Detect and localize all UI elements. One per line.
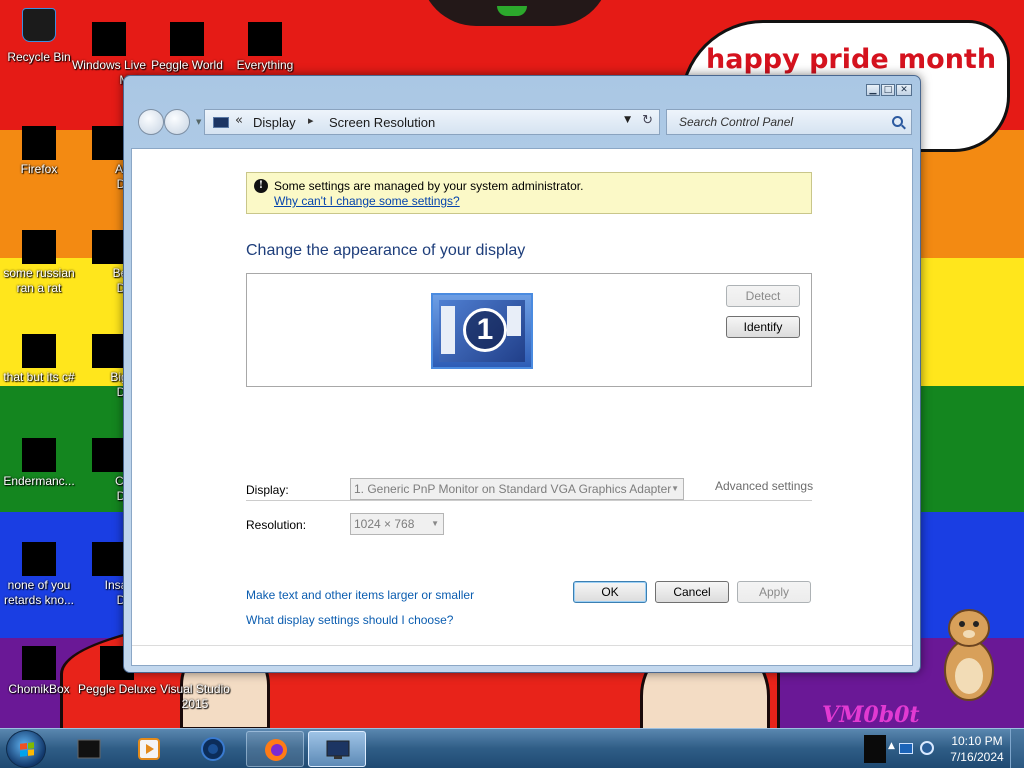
windows-live-mail-icon — [92, 22, 126, 56]
desktop-icon-chomikbox[interactable]: ChomikBox — [0, 646, 80, 697]
speech-bubble-text: happy pride month — [706, 44, 997, 75]
page-title: Change the appearance of your display — [246, 242, 526, 259]
start-button[interactable] — [6, 730, 46, 768]
media-player-icon — [138, 738, 160, 760]
apply-button[interactable]: Apply — [737, 581, 811, 603]
dark-box-icon — [77, 739, 101, 759]
search-icon[interactable] — [892, 116, 903, 127]
chevron-down-icon: ▼ — [671, 484, 679, 493]
monitor-number: 1 — [463, 308, 507, 352]
resolution-label: Resolution: — [246, 518, 307, 532]
address-dropdown-icon[interactable]: ▼ — [624, 115, 631, 125]
monitor-window-thumb — [507, 306, 521, 336]
desktop-icon-label-line2: 2015 — [181, 697, 209, 711]
cancel-button[interactable]: Cancel — [655, 581, 729, 603]
maximize-button[interactable]: □ — [881, 84, 895, 96]
desktop-icon-label: Windows Live — [71, 58, 147, 72]
footer-divider — [132, 645, 912, 646]
tray-divider — [864, 735, 886, 763]
back-button[interactable] — [138, 109, 164, 135]
monitor-1-tile[interactable]: 1 — [431, 293, 533, 369]
system-tray: ▲ 10:10 PM 7/16/2024 — [864, 729, 1024, 768]
globe-icon — [201, 737, 225, 761]
program-icon — [22, 438, 56, 472]
desktop-icon-label: Everything — [236, 58, 294, 72]
clock-date[interactable]: 7/16/2024 — [946, 750, 1008, 764]
insaniquarium-icon — [92, 542, 126, 576]
firefox-icon — [22, 126, 56, 160]
breadcrumb-overflow-icon[interactable]: « — [235, 113, 243, 128]
breadcrumb-separator-icon[interactable]: ▸ — [308, 114, 314, 127]
screen-resolution-window: ▁ □ ✕ ▼ « Display ▸ Screen Resolution ▼ … — [123, 75, 921, 673]
shortcut-icon — [22, 334, 56, 368]
hamster-sticker — [944, 609, 994, 701]
breadcrumb-display[interactable]: Display — [253, 115, 296, 130]
everything-search-icon — [248, 22, 282, 56]
monitor-screen: 1 — [439, 300, 525, 362]
recent-pages-dropdown-icon[interactable]: ▼ — [196, 118, 201, 126]
firefox-icon — [265, 739, 287, 761]
desktop-icon-label: Visual Studio — [160, 682, 230, 696]
display-control-panel-icon — [213, 117, 229, 128]
watermark-text: VM0b0t — [822, 702, 920, 728]
advanced-settings-link[interactable]: Advanced settings — [715, 479, 813, 493]
show-hidden-icons-icon[interactable]: ▲ — [888, 741, 895, 751]
taskbar-pinned-media-player[interactable] — [120, 731, 178, 767]
why-cant-i-change-link[interactable]: Why can't I change some settings? — [274, 194, 460, 208]
divider — [246, 500, 812, 501]
ok-button[interactable]: OK — [573, 581, 647, 603]
resolution-select[interactable]: 1024 × 768 ▼ — [350, 513, 444, 535]
volume-icon[interactable] — [920, 741, 934, 755]
taskbar-pinned-explorer[interactable] — [60, 731, 118, 767]
display-label: Display: — [246, 483, 289, 497]
taskbar-firefox[interactable] — [246, 731, 304, 767]
identify-button[interactable]: Identify — [726, 316, 800, 338]
bejeweled-icon — [92, 230, 126, 264]
document-icon — [22, 230, 56, 264]
desktop-icon-label: ChomikBox — [8, 682, 70, 696]
search-input[interactable]: Search Control Panel — [666, 109, 912, 135]
admin-notice-bar: ! Some settings are managed by your syst… — [246, 172, 812, 214]
program-icon — [22, 542, 56, 576]
admin-notice-text: Some settings are managed by your system… — [274, 179, 584, 193]
text-size-link[interactable]: Make text and other items larger or smal… — [246, 588, 474, 602]
close-button[interactable]: ✕ — [896, 84, 912, 96]
display-select[interactable]: 1. Generic PnP Monitor on Standard VGA G… — [350, 478, 684, 500]
breadcrumb-screen-resolution[interactable]: Screen Resolution — [329, 115, 435, 130]
detect-button[interactable]: Detect — [726, 285, 800, 307]
address-bar[interactable]: « Display ▸ Screen Resolution ▼ ↻ — [204, 109, 660, 135]
monitor-arrangement-panel: 1 Detect Identify — [246, 273, 812, 387]
astro-deluxe-icon — [92, 126, 126, 160]
windows-logo-icon — [20, 742, 34, 757]
desktop-icon-label: Peggle Deluxe — [77, 682, 157, 696]
taskbar-screen-resolution[interactable] — [308, 731, 366, 767]
big-money-icon — [92, 334, 126, 368]
forward-button[interactable] — [164, 109, 190, 135]
chomikbox-icon — [22, 646, 56, 680]
chevron-down-icon: ▼ — [431, 519, 439, 528]
recycle-bin-icon — [22, 8, 56, 42]
clock-time[interactable]: 10:10 PM — [946, 734, 1008, 748]
desktop-icon-label: Peggle World — [151, 58, 223, 72]
display-icon — [326, 740, 350, 759]
resolution-select-value: 1024 × 768 — [354, 517, 415, 531]
show-desktop-button[interactable] — [1010, 729, 1024, 768]
taskbar: ▲ 10:10 PM 7/16/2024 — [0, 728, 1024, 768]
refresh-icon[interactable]: ↻ — [642, 113, 653, 128]
chuzzle-icon — [92, 438, 126, 472]
taskbar-pinned-app[interactable] — [184, 731, 242, 767]
search-placeholder: Search Control Panel — [679, 115, 794, 129]
display-select-value: 1. Generic PnP Monitor on Standard VGA G… — [354, 482, 672, 496]
desktop-icon-peggle-world[interactable]: Peggle World — [146, 22, 228, 73]
display-settings-help-link[interactable]: What display settings should I choose? — [246, 613, 453, 627]
window-controls: ▁ □ ✕ — [866, 84, 912, 96]
monitor-window-thumb — [441, 306, 455, 354]
info-icon: ! — [254, 179, 268, 193]
desktop-icon-everything[interactable]: Everything — [224, 22, 306, 73]
navigation-bar: ▼ « Display ▸ Screen Resolution ▼ ↻ Sear… — [136, 104, 912, 140]
peggle-world-icon — [170, 22, 204, 56]
network-icon[interactable] — [899, 743, 913, 754]
minimize-button[interactable]: ▁ — [866, 84, 880, 96]
